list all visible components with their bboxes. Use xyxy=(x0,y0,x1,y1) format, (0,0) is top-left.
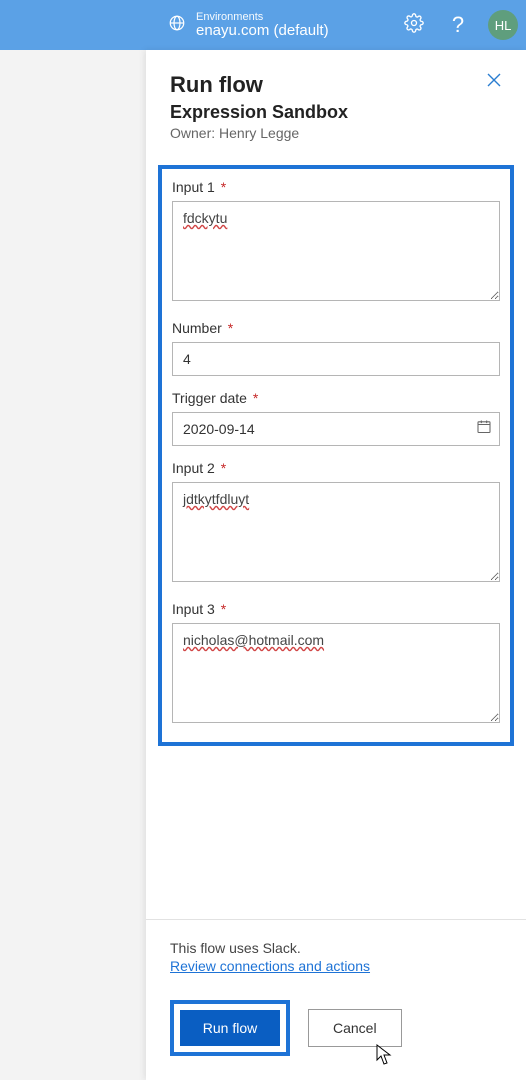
environment-selector[interactable]: Environments enayu.com (default) xyxy=(168,11,329,40)
field-label: Trigger date * xyxy=(172,390,500,406)
input1-textarea[interactable]: fdckytu xyxy=(172,201,500,301)
field-trigger-date: Trigger date * xyxy=(172,390,500,446)
field-label: Number * xyxy=(172,320,500,336)
input3-textarea[interactable]: nicholas@hotmail.com xyxy=(172,623,500,723)
input2-textarea[interactable]: jdtkytfdluyt xyxy=(172,482,500,582)
help-button[interactable]: ? xyxy=(440,7,476,43)
environment-label: Environments xyxy=(196,11,329,23)
uses-text: This flow uses Slack. xyxy=(170,940,502,956)
close-button[interactable] xyxy=(482,70,506,94)
field-label: Input 2 * xyxy=(172,460,500,476)
field-label: Input 3 * xyxy=(172,601,500,617)
panel-footer: This flow uses Slack. Review connections… xyxy=(146,919,526,1080)
panel-header: Run flow Expression Sandbox Owner: Henry… xyxy=(146,50,526,151)
trigger-date-input[interactable] xyxy=(172,412,500,446)
field-input2: Input 2 * jdtkytfdluyt xyxy=(172,460,500,587)
environment-name: enayu.com (default) xyxy=(196,23,329,40)
flow-owner: Owner: Henry Legge xyxy=(170,125,502,141)
close-icon xyxy=(486,72,502,93)
globe-icon xyxy=(168,14,186,37)
field-input3: Input 3 * nicholas@hotmail.com xyxy=(172,601,500,728)
top-bar: Environments enayu.com (default) ? HL xyxy=(0,0,526,50)
inputs-form: Input 1 * fdckytu Number * Trigger date … xyxy=(158,165,514,746)
panel-title: Run flow xyxy=(170,72,502,98)
question-icon: ? xyxy=(452,12,464,38)
field-label: Input 1 * xyxy=(172,179,500,195)
cancel-button[interactable]: Cancel xyxy=(308,1009,402,1047)
run-flow-panel: Run flow Expression Sandbox Owner: Henry… xyxy=(146,50,526,1080)
run-flow-button[interactable]: Run flow xyxy=(180,1010,280,1046)
field-input1: Input 1 * fdckytu xyxy=(172,179,500,306)
run-button-highlight: Run flow xyxy=(170,1000,290,1056)
number-input[interactable] xyxy=(172,342,500,376)
avatar-initials: HL xyxy=(495,18,512,33)
avatar[interactable]: HL xyxy=(488,10,518,40)
review-connections-link[interactable]: Review connections and actions xyxy=(170,958,370,974)
flow-name: Expression Sandbox xyxy=(170,102,502,123)
field-number: Number * xyxy=(172,320,500,376)
gear-icon xyxy=(404,13,424,38)
settings-button[interactable] xyxy=(396,7,432,43)
